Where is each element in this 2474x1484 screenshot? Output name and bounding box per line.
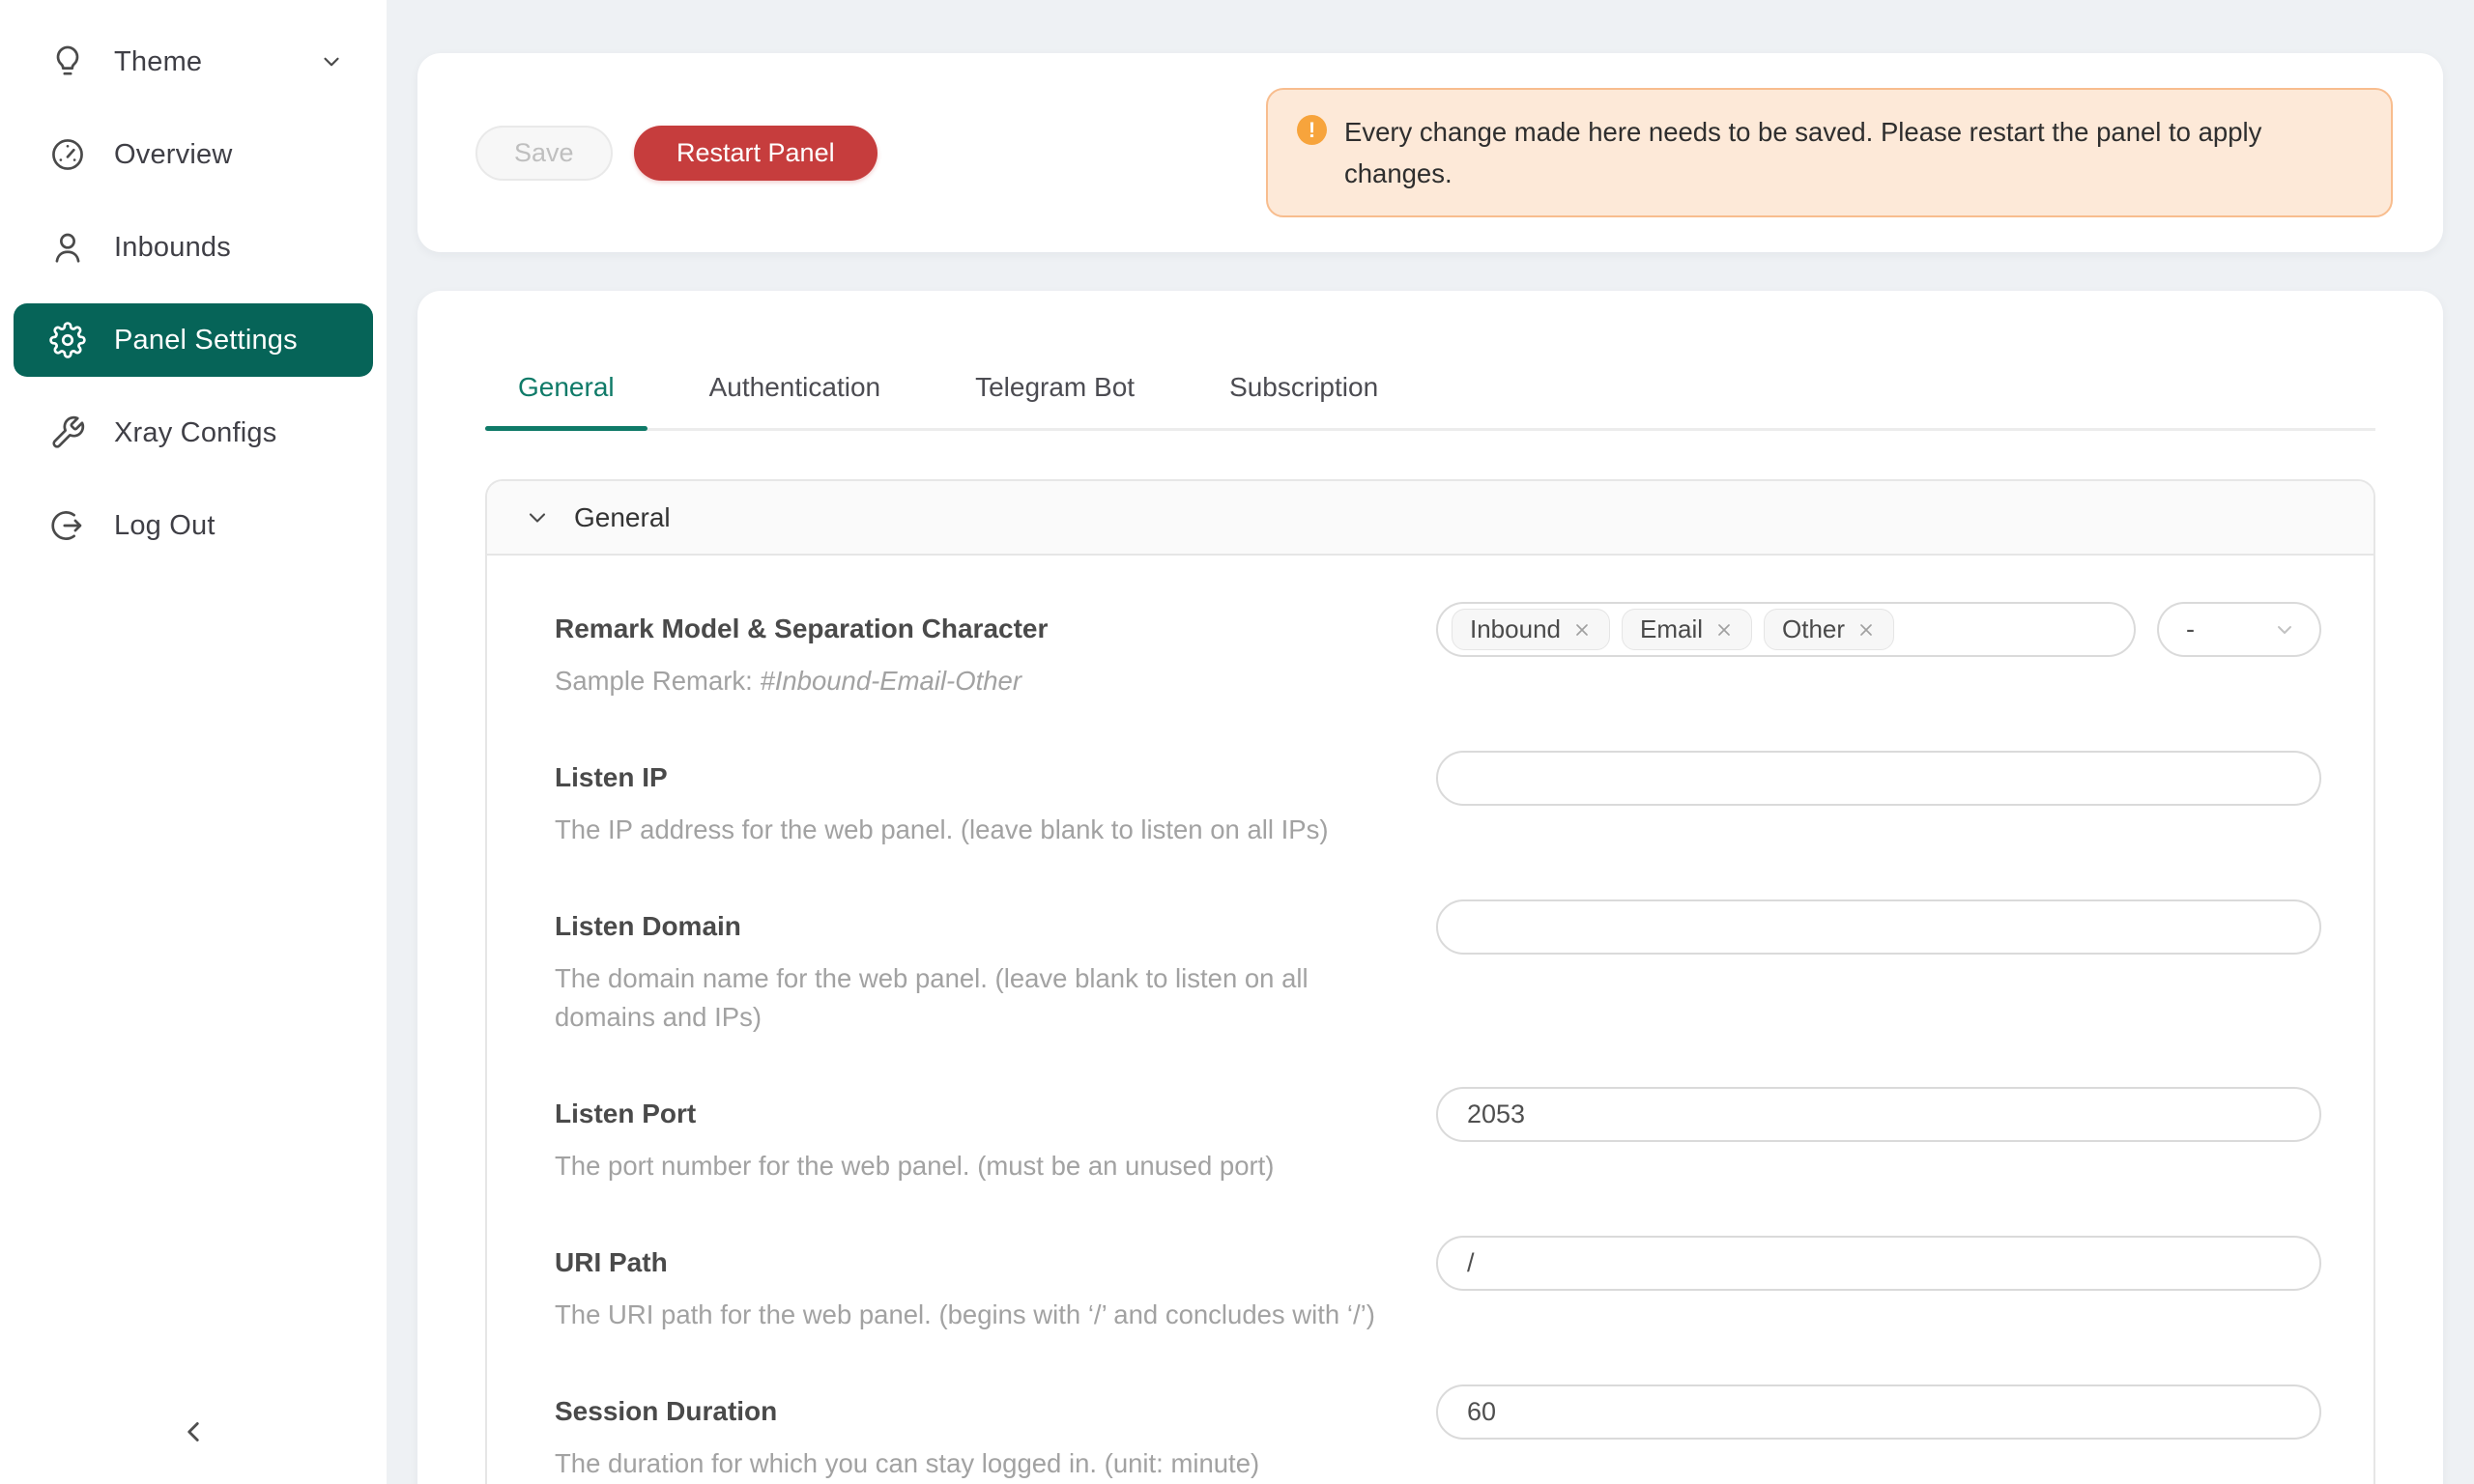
field-description: The URI path for the web panel. (begins … bbox=[555, 1296, 1413, 1334]
save-button[interactable]: Save bbox=[475, 126, 613, 181]
chevron-left-icon bbox=[177, 1415, 210, 1451]
field-label: Listen Port bbox=[555, 1087, 1413, 1129]
tag-email: Email bbox=[1622, 609, 1752, 650]
wrench-icon bbox=[48, 414, 87, 452]
close-icon[interactable] bbox=[1714, 620, 1734, 640]
listen-ip-input[interactable] bbox=[1436, 751, 2321, 806]
tab-telegram-bot[interactable]: Telegram Bot bbox=[942, 372, 1167, 428]
restart-panel-button[interactable]: Restart Panel bbox=[634, 126, 877, 181]
field-row-session-duration: Session Duration The duration for which … bbox=[555, 1384, 2321, 1483]
field-description: The port number for the web panel. (must… bbox=[555, 1147, 1413, 1185]
field-description: The IP address for the web panel. (leave… bbox=[555, 811, 1413, 849]
sidebar-item-label: Overview bbox=[114, 139, 344, 171]
sidebar-item-label: Inbounds bbox=[114, 232, 344, 264]
warning-alert-text: Every change made here needs to be saved… bbox=[1344, 111, 2362, 194]
settings-card: General Authentication Telegram Bot Subs… bbox=[417, 291, 2443, 1484]
chevron-down-icon bbox=[2273, 618, 2296, 642]
dashboard-icon bbox=[48, 135, 87, 174]
sample-remark: #Inbound-Email-Other bbox=[760, 666, 1021, 696]
field-description: Sample Remark: #Inbound-Email-Other bbox=[555, 662, 1413, 700]
sidebar-item-theme[interactable]: Theme bbox=[14, 25, 373, 99]
sidebar-item-overview[interactable]: Overview bbox=[14, 118, 373, 191]
sidebar-item-inbounds[interactable]: Inbounds bbox=[14, 211, 373, 284]
tab-subscription[interactable]: Subscription bbox=[1196, 372, 1411, 428]
close-icon[interactable] bbox=[1572, 620, 1592, 640]
user-icon bbox=[48, 228, 87, 267]
chevron-down-icon bbox=[524, 504, 551, 531]
field-row-listen-domain: Listen Domain The domain name for the we… bbox=[555, 899, 2321, 1037]
field-row-uri-path: URI Path The URI path for the web panel.… bbox=[555, 1236, 2321, 1334]
toolbar-card: Save Restart Panel ! Every change made h… bbox=[417, 53, 2443, 252]
close-icon[interactable] bbox=[1856, 620, 1876, 640]
general-section-header[interactable]: General bbox=[487, 481, 2373, 556]
logout-icon bbox=[48, 506, 87, 545]
gear-icon bbox=[48, 321, 87, 359]
app-root: Theme Overview Inbounds bbox=[0, 0, 2474, 1484]
field-label: Listen Domain bbox=[555, 899, 1413, 942]
field-row-listen-port: Listen Port The port number for the web … bbox=[555, 1087, 2321, 1185]
field-label: URI Path bbox=[555, 1236, 1413, 1278]
toolbar-buttons: Save Restart Panel bbox=[475, 126, 877, 181]
field-row-remark-model: Remark Model & Separation Character Samp… bbox=[555, 602, 2321, 700]
section-title: General bbox=[574, 502, 671, 533]
warning-alert: ! Every change made here needs to be sav… bbox=[1266, 88, 2393, 217]
general-section-content: Remark Model & Separation Character Samp… bbox=[487, 556, 2373, 1484]
tab-general[interactable]: General bbox=[485, 372, 647, 428]
listen-port-input[interactable] bbox=[1436, 1087, 2321, 1142]
sidebar-item-xray-configs[interactable]: Xray Configs bbox=[14, 396, 373, 470]
bulb-icon bbox=[48, 43, 87, 81]
tab-bar: General Authentication Telegram Bot Subs… bbox=[485, 372, 2375, 431]
warning-icon: ! bbox=[1297, 115, 1327, 145]
general-section: General Remark Model & Separation Charac… bbox=[485, 479, 2375, 1484]
listen-domain-input[interactable] bbox=[1436, 899, 2321, 955]
sidebar-item-label: Log Out bbox=[114, 510, 344, 542]
field-description: The duration for which you can stay logg… bbox=[555, 1444, 1413, 1483]
field-description: The domain name for the web panel. (leav… bbox=[555, 959, 1413, 1037]
sidebar-item-label: Xray Configs bbox=[114, 417, 344, 449]
chevron-down-icon bbox=[319, 49, 344, 74]
tag-inbound: Inbound bbox=[1452, 609, 1610, 650]
sidebar-item-label: Panel Settings bbox=[114, 325, 344, 357]
field-label: Remark Model & Separation Character bbox=[555, 602, 1413, 644]
sidebar-item-log-out[interactable]: Log Out bbox=[14, 489, 373, 562]
field-label: Listen IP bbox=[555, 751, 1413, 793]
sidebar: Theme Overview Inbounds bbox=[0, 0, 387, 1484]
session-duration-input[interactable] bbox=[1436, 1384, 2321, 1440]
field-row-listen-ip: Listen IP The IP address for the web pan… bbox=[555, 751, 2321, 849]
remark-model-tags-input[interactable]: Inbound Email bbox=[1436, 602, 2136, 657]
uri-path-input[interactable] bbox=[1436, 1236, 2321, 1291]
tag-other: Other bbox=[1764, 609, 1894, 650]
tab-authentication[interactable]: Authentication bbox=[676, 372, 913, 428]
separator-select[interactable]: - bbox=[2157, 602, 2321, 657]
field-label: Session Duration bbox=[555, 1384, 1413, 1427]
sidebar-item-panel-settings[interactable]: Panel Settings bbox=[14, 303, 373, 377]
sidebar-item-label: Theme bbox=[114, 46, 319, 78]
main-content: Save Restart Panel ! Every change made h… bbox=[387, 0, 2474, 1484]
sidebar-collapse-button[interactable] bbox=[177, 1415, 210, 1451]
